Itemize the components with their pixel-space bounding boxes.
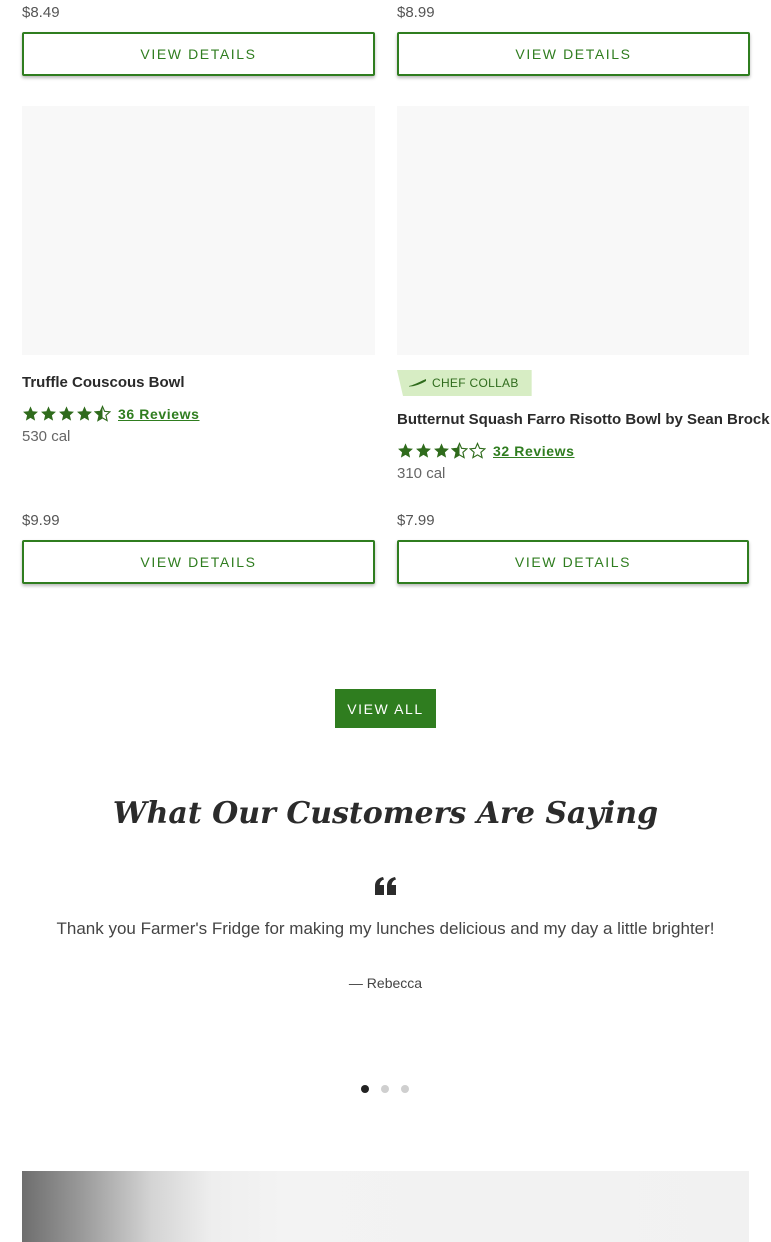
carousel-dots [361,1085,409,1093]
star-full-icon [77,406,92,421]
reviews-link[interactable]: 36 Reviews [118,406,200,422]
star-full-icon [41,406,56,421]
product-image[interactable] [397,106,749,355]
star-full-icon [434,443,449,458]
star-half-icon [451,442,468,459]
product-calories: 530 cal [22,428,71,445]
carousel-dot[interactable] [401,1085,409,1093]
star-rating [397,442,486,459]
view-details-button[interactable]: VIEW DETAILS [22,32,375,76]
testimonial-quote: Thank you Farmer's Fridge for making my … [56,919,715,938]
view-details-button[interactable]: VIEW DETAILS [397,32,750,76]
star-full-icon [59,406,74,421]
view-details-button[interactable]: VIEW DETAILS [397,540,749,584]
product-name[interactable]: Butternut Squash Farro Risotto Bowl by S… [397,411,770,428]
star-half-icon [94,405,111,422]
view-details-button[interactable]: VIEW DETAILS [22,540,375,584]
star-full-icon [398,443,413,458]
carousel-dot[interactable] [381,1085,389,1093]
product-image[interactable] [22,106,375,355]
product-name[interactable]: Truffle Couscous Bowl [22,374,185,391]
star-full-icon [416,443,431,458]
badge-label: CHEF COLLAB [432,376,519,390]
product-price: $8.49 [22,4,60,21]
quote-icon [375,877,397,900]
knife-icon [409,379,426,387]
section-heading: What Our Customers Are Saying [112,796,659,831]
star-rating [22,405,111,422]
promo-banner-image [22,1171,749,1242]
carousel-dot[interactable] [361,1085,369,1093]
reviews-link[interactable]: 32 Reviews [493,443,575,459]
product-price: $7.99 [397,512,435,529]
view-all-button[interactable]: VIEW ALL [335,689,436,728]
product-price: $8.99 [397,4,435,21]
star-full-icon [23,406,38,421]
chef-collab-badge: CHEF COLLAB [397,370,532,396]
star-empty-icon [469,442,486,459]
product-price: $9.99 [22,512,60,529]
product-calories: 310 cal [397,465,446,482]
testimonial-author: — Rebecca [348,975,423,991]
